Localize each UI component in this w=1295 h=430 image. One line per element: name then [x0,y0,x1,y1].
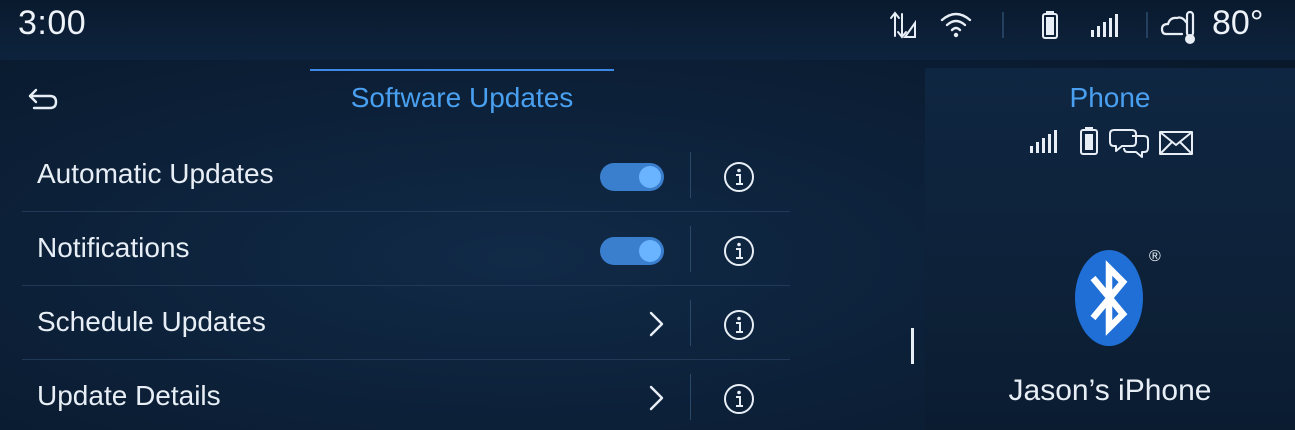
automatic-updates-toggle[interactable] [600,163,664,191]
signal-icon [1088,8,1120,47]
setting-label: Notifications [37,232,190,263]
chevron-right-icon [644,382,668,414]
phone-title: Phone [1069,82,1151,113]
status-divider [1146,12,1148,38]
status-divider [1002,12,1004,38]
bluetooth-logo [1073,248,1145,348]
toggle-knob [639,166,661,188]
page-title: Software Updates [350,82,574,113]
battery-icon [1080,127,1098,155]
setting-row-automatic-updates[interactable]: Automatic Updates [22,138,790,212]
mail-icon [1159,131,1193,155]
info-button[interactable] [722,382,756,416]
row-divider [690,152,691,198]
setting-label: Update Details [37,380,221,411]
back-button[interactable] [24,82,64,118]
row-divider [690,300,691,346]
toggle-knob [639,240,661,262]
device-name: Jason’s iPhone [1008,374,1212,407]
temperature: 80° [1212,4,1264,42]
data-transfer-icon [886,8,918,47]
clock: 3:00 [18,4,87,42]
battery-icon [1040,8,1060,47]
chevron-right-icon [644,308,668,340]
phone-panel[interactable]: Phone ® Jason’s iPhone [925,68,1295,430]
row-divider [690,374,691,420]
setting-row-schedule-updates[interactable]: Schedule Updates [22,286,790,360]
info-icon [724,310,754,340]
scrollbar[interactable] [911,328,914,364]
setting-label: Schedule Updates [37,306,266,337]
row-divider [690,226,691,272]
registered-mark: ® [1149,248,1161,265]
info-button[interactable] [722,308,756,342]
weather-icon [1160,8,1202,53]
info-icon [724,236,754,266]
setting-row-update-details[interactable]: Update Details [22,360,790,430]
info-icon [724,162,754,192]
phone-status-icons [1028,126,1198,165]
setting-label: Automatic Updates [37,158,274,189]
tab-indicator [310,69,614,71]
info-button[interactable] [722,234,756,268]
back-arrow-icon [28,88,58,110]
screen: 3:00 80° Software Updates Automatic Upda… [0,0,1295,430]
signal-icon [1030,130,1057,153]
setting-row-notifications[interactable]: Notifications [22,212,790,286]
info-icon [724,384,754,414]
info-button[interactable] [722,160,756,194]
messages-icon [1109,129,1149,158]
status-bar: 3:00 80° [0,0,1295,60]
notifications-toggle[interactable] [600,237,664,265]
wifi-icon [938,8,974,47]
settings-panel: Software Updates Automatic Updates Notif… [0,60,905,430]
